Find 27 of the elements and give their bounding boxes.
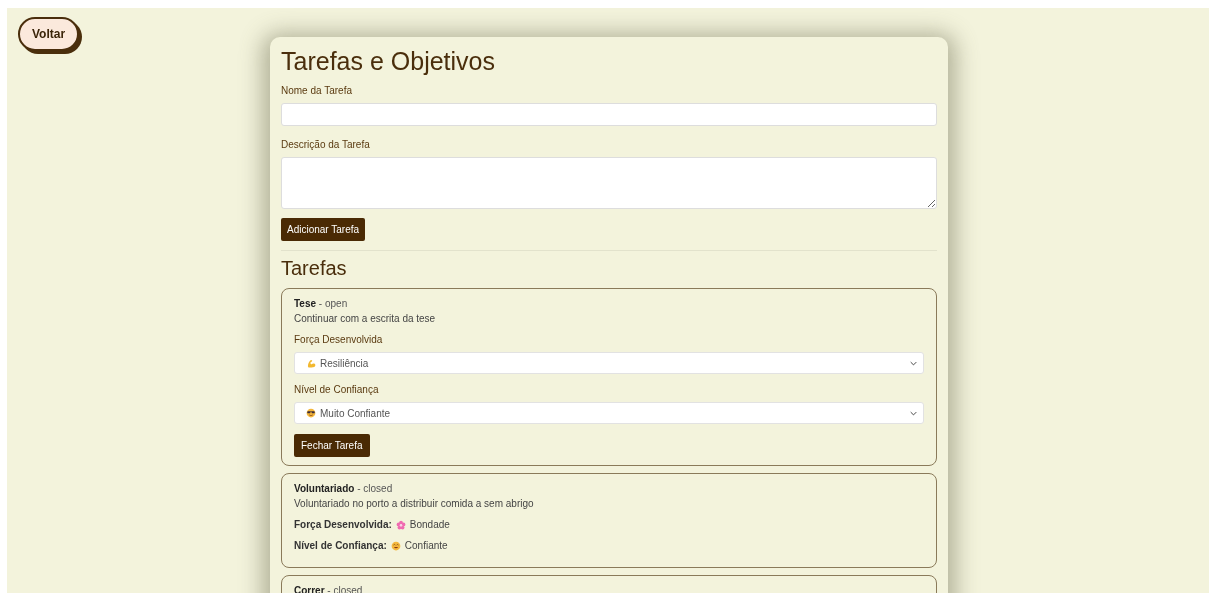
- dropdown[interactable]: Muito Confiante: [294, 402, 924, 424]
- add-task-button[interactable]: Adicionar Tarefa: [281, 218, 366, 241]
- section-heading: Tarefas: [281, 257, 348, 280]
- task-description: Voluntariado no porto a distribuir comida a sem abrigo: [294, 498, 535, 509]
- page-title: Tarefas e Objetivos: [281, 47, 496, 76]
- field-label: Força Desenvolvida:: [294, 519, 392, 530]
- field-label: Nome da Tarefa: [281, 85, 353, 96]
- field-value: Bondade: [409, 519, 450, 530]
- task-title: Voluntariado - closed: [294, 483, 394, 494]
- input-field[interactable]: [281, 103, 937, 126]
- field-value: Confiante: [404, 540, 448, 551]
- text-area[interactable]: [281, 157, 937, 209]
- field-label: Força Desenvolvida: [294, 334, 384, 345]
- task-description: Continuar com a escrita da tese: [294, 313, 437, 324]
- back-button[interactable]: Voltar: [18, 17, 80, 51]
- close-task-button[interactable]: Fechar Tarefa: [294, 434, 370, 457]
- task-title: Tese - open: [294, 298, 349, 309]
- chevron-icon: [910, 360, 917, 366]
- field-label: Descrição da Tarefa: [281, 139, 371, 150]
- arm-icon: [306, 358, 316, 368]
- flower-icon: [395, 519, 406, 530]
- field-label: Nível de Confiança: [294, 384, 380, 395]
- face-with-sunglasses-icon: [306, 408, 316, 418]
- chevron-icon: [910, 410, 917, 416]
- smiling-face-icon: [390, 540, 401, 551]
- dropdown[interactable]: Resiliência: [294, 352, 924, 374]
- field-label: Nível de Confiança:: [294, 540, 387, 551]
